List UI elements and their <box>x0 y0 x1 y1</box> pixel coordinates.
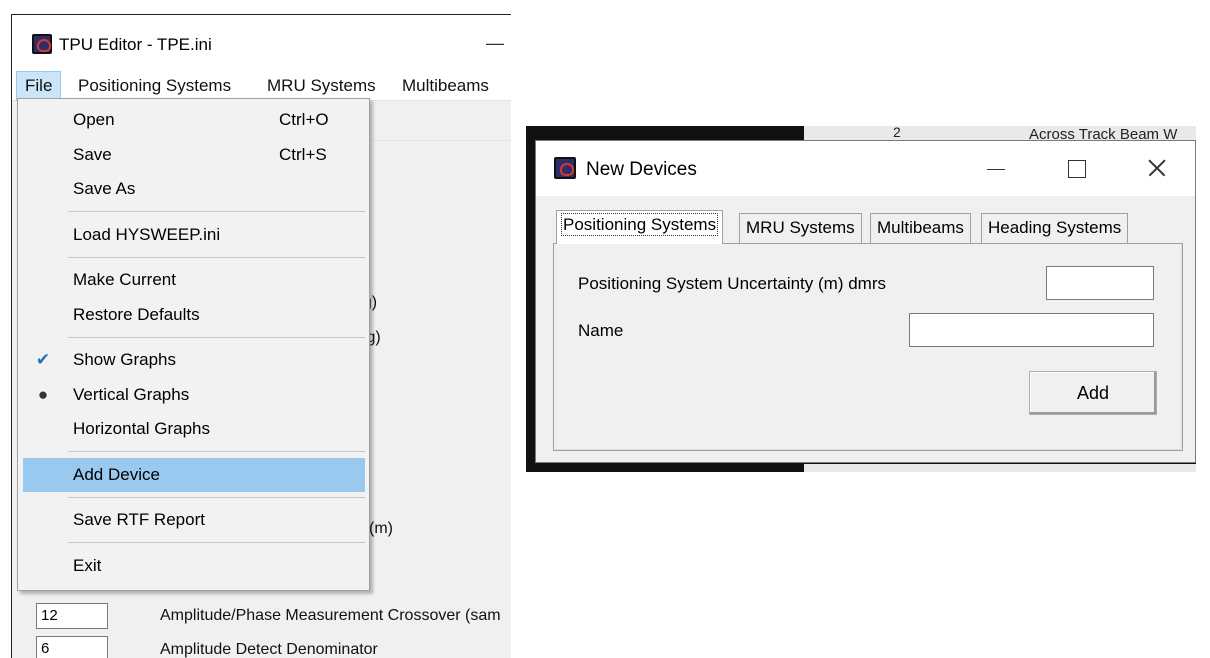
menu-item-save-rtf-report[interactable]: Save RTF Report <box>23 503 365 537</box>
menu-separator <box>68 497 365 498</box>
menu-item-exit[interactable]: Exit <box>23 549 365 583</box>
menu-item-show-graphs[interactable]: ✔ Show Graphs <box>23 343 365 377</box>
menu-item-make-current[interactable]: Make Current <box>23 263 365 297</box>
minimize-icon[interactable] <box>977 151 1017 185</box>
menu-item-label: Horizontal Graphs <box>73 419 211 438</box>
tab-mru-systems[interactable]: MRU Systems <box>739 213 862 243</box>
editor-title: TPU Editor - TPE.ini <box>59 35 212 54</box>
maximize-icon[interactable] <box>1057 151 1097 185</box>
menu-item-label: Make Current <box>73 270 176 289</box>
menu-item-label: Exit <box>73 556 102 575</box>
amplitude-denominator-label: Amplitude Detect Denominator <box>160 641 378 658</box>
menu-item-label: Save <box>73 145 112 164</box>
app-icon <box>554 157 576 179</box>
menu-item-label: Add Device <box>73 465 160 484</box>
shortcut-label: Ctrl+S <box>279 145 327 164</box>
add-button[interactable]: Add <box>1029 371 1157 415</box>
menu-item-save[interactable]: Save Ctrl+S <box>23 138 365 172</box>
editor-menubar: File Positioning Systems MRU Systems Mul… <box>12 71 511 101</box>
dialog-title: New Devices <box>586 159 697 180</box>
table-row-strip <box>804 464 1196 472</box>
minimize-icon[interactable]: — <box>486 33 504 54</box>
radio-dot-icon: ● <box>37 385 49 404</box>
app-icon <box>32 34 52 54</box>
tpu-editor-window: TPU Editor - TPE.ini — File Positioning … <box>11 14 511 658</box>
menu-item-label: Open <box>73 110 115 129</box>
menu-separator <box>68 257 365 258</box>
table-cell-value: 2 <box>893 124 901 140</box>
label-fragment: (m) <box>369 520 393 537</box>
tab-positioning-systems[interactable]: Positioning Systems <box>556 210 724 244</box>
menu-separator <box>68 337 365 338</box>
dialog-titlebar: New Devices <box>536 141 1195 196</box>
tab-heading-systems[interactable]: Heading Systems <box>981 213 1129 243</box>
amplitude-denominator-input[interactable]: 6 <box>36 636 108 658</box>
menu-item-label: Load HYSWEEP.ini <box>73 225 221 244</box>
positioning-systems-panel: Positioning System Uncertainty (m) dmrs … <box>553 243 1183 451</box>
tab-label: MRU Systems <box>746 218 855 237</box>
crossover-label: Amplitude/Phase Measurement Crossover (s… <box>160 607 501 624</box>
shortcut-label: Ctrl+O <box>279 110 329 129</box>
tab-label: Positioning Systems <box>560 213 719 236</box>
checkmark-icon: ✔ <box>35 350 51 369</box>
menu-item-load-hysweep[interactable]: Load HYSWEEP.ini <box>23 218 365 252</box>
tab-label: Multibeams <box>877 218 964 237</box>
close-icon[interactable] <box>1137 151 1177 185</box>
name-label: Name <box>578 321 624 340</box>
file-menu-dropdown: Open Ctrl+O Save Ctrl+S Save As Load HYS… <box>17 98 370 591</box>
menu-item-label: Save RTF Report <box>73 510 205 529</box>
menu-positioning-systems[interactable]: Positioning Systems <box>70 71 239 101</box>
menu-item-label: Show Graphs <box>73 350 176 369</box>
menu-item-horizontal-graphs[interactable]: Horizontal Graphs <box>23 412 365 446</box>
menu-item-vertical-graphs[interactable]: ● Vertical Graphs <box>23 378 365 412</box>
menu-item-label: Save As <box>73 179 136 198</box>
menu-multibeams[interactable]: Multibeams <box>394 71 497 101</box>
menu-separator <box>68 211 365 212</box>
tab-label: Heading Systems <box>988 218 1122 237</box>
editor-titlebar: TPU Editor - TPE.ini — <box>12 15 511 71</box>
uncertainty-label: Positioning System Uncertainty (m) dmrs <box>578 274 886 293</box>
divider <box>352 140 511 141</box>
name-input[interactable] <box>909 313 1154 347</box>
menu-item-save-as[interactable]: Save As <box>23 172 365 206</box>
menu-item-add-device[interactable]: Add Device <box>23 458 365 492</box>
menu-item-label: Restore Defaults <box>73 305 200 324</box>
tab-multibeams[interactable]: Multibeams <box>870 213 971 243</box>
menu-item-restore-defaults[interactable]: Restore Defaults <box>23 298 365 332</box>
menu-separator <box>68 542 365 543</box>
menu-item-open[interactable]: Open Ctrl+O <box>23 103 365 137</box>
menu-item-label: Vertical Graphs <box>73 385 190 404</box>
crossover-input[interactable]: 12 <box>36 603 108 629</box>
menu-separator <box>68 451 365 452</box>
menu-mru-systems[interactable]: MRU Systems <box>259 71 384 101</box>
menu-file[interactable]: File <box>16 71 62 101</box>
new-devices-dialog: New Devices Positioning Systems MRU Syst… <box>535 140 1196 463</box>
uncertainty-input[interactable] <box>1046 266 1154 300</box>
